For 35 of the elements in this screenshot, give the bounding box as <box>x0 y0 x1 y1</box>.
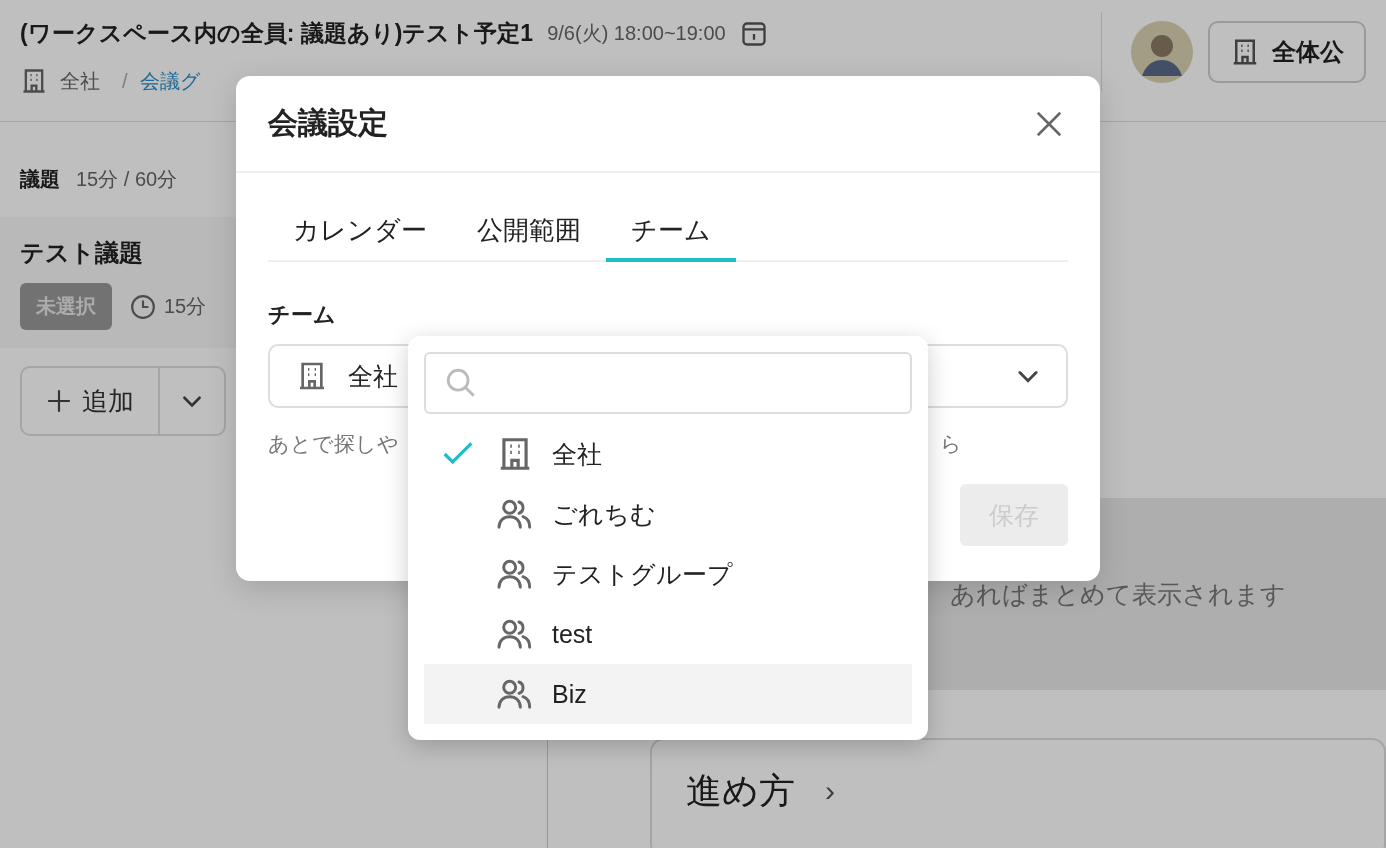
breadcrumb-separator: / <box>122 69 128 93</box>
dialog-title: 会議設定 <box>268 105 388 141</box>
visibility-button[interactable]: 全体公 <box>1208 20 1366 83</box>
chevron-icon: › <box>825 774 835 808</box>
agenda-item-title: テスト議題 <box>20 238 144 268</box>
group-icon <box>496 678 534 710</box>
calendar-icon[interactable] <box>739 19 768 48</box>
tab[interactable]: チーム <box>606 207 736 262</box>
meeting-title: (ワークスペース内の全員: 議題あり)テスト予定1 <box>20 19 534 48</box>
help-text: あとで探しや <box>268 431 399 457</box>
tab[interactable]: 公開範囲 <box>452 207 606 262</box>
group-icon <box>496 498 534 530</box>
group-icon <box>496 558 534 590</box>
team-name: 全社 <box>60 68 100 94</box>
guide-card[interactable]: 進め方 › <box>650 738 1386 848</box>
dropdown-option[interactable]: 全社 <box>424 424 912 484</box>
summary-text: あればまとめて表示されます <box>950 578 1286 610</box>
search-field[interactable] <box>424 352 912 414</box>
agenda-duration: 15分 / 60分 <box>76 167 178 192</box>
group-icon <box>496 618 534 650</box>
status-badge: 未選択 <box>20 283 112 330</box>
meeting-datetime: 9/6(火) 18:00~19:00 <box>547 21 726 46</box>
agenda-item-time: 15分 <box>164 294 207 319</box>
dropdown-option[interactable]: test <box>424 604 912 664</box>
clock-icon <box>130 293 156 320</box>
help-text: ら <box>940 431 962 457</box>
plus-icon <box>46 388 72 414</box>
dropdown-option[interactable]: Biz <box>424 664 912 724</box>
search-icon <box>444 366 478 400</box>
agenda-label: 議題 <box>20 167 60 192</box>
dropdown-option[interactable]: テストグループ <box>424 544 912 604</box>
tab[interactable]: カレンダー <box>268 207 452 262</box>
avatar[interactable] <box>1130 19 1194 84</box>
field-label: チーム <box>268 301 337 329</box>
dropdown-option[interactable]: ごれちむ <box>424 484 912 544</box>
